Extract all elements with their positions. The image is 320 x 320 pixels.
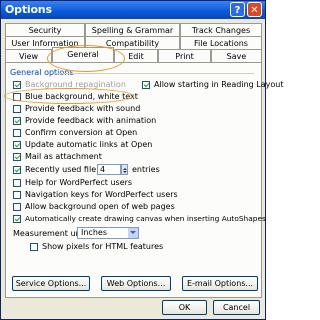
option-label: Provide feedback with sound — [25, 104, 141, 113]
section-divider — [54, 73, 254, 74]
title-bar[interactable]: Options ? ✕ — [1, 1, 265, 19]
checkbox[interactable] — [13, 215, 21, 223]
spinner-arrows-icon[interactable] — [121, 164, 128, 175]
tab-strip: Security Spelling & Grammar Track Change… — [5, 23, 262, 62]
option-label: Allow background open of web pages — [25, 202, 175, 211]
option-label: Allow starting in Reading Layout — [154, 80, 284, 89]
tab-view[interactable]: View — [5, 49, 52, 62]
checkbox[interactable] — [13, 141, 21, 149]
measurement-value: Inches — [81, 228, 107, 237]
option-label: Automatically create drawing canvas when… — [25, 214, 266, 223]
tab-general[interactable]: General — [52, 47, 114, 62]
checkbox[interactable] — [13, 179, 21, 187]
option-label: Provide feedback with animation — [25, 116, 157, 125]
option-label: Background repagination — [25, 80, 126, 89]
measurement-units-row: Measurement units: Inches — [13, 227, 139, 239]
checkbox[interactable] — [13, 166, 21, 174]
dialog-title: Options — [5, 3, 52, 16]
close-icon[interactable]: ✕ — [247, 2, 262, 17]
option-label: Confirm conversion at Open — [25, 128, 138, 137]
ok-button[interactable]: OK — [162, 300, 207, 315]
tab-spelling-grammar[interactable]: Spelling & Grammar — [85, 23, 180, 36]
recent-files-count[interactable]: 4 — [97, 164, 121, 175]
option-label: Update automatic links at Open — [25, 140, 153, 149]
checkbox[interactable] — [13, 129, 21, 137]
checkbox[interactable] — [13, 93, 21, 101]
tab-save[interactable]: Save — [211, 49, 262, 62]
checkbox[interactable] — [13, 153, 21, 161]
checkbox[interactable] — [142, 81, 150, 89]
email-options-button[interactable]: E-mail Options... — [182, 276, 258, 291]
checkbox[interactable] — [30, 243, 38, 251]
tab-security[interactable]: Security — [5, 23, 85, 36]
entries-label: entries — [132, 165, 160, 174]
service-options-button[interactable]: Service Options... — [12, 276, 90, 291]
checkbox[interactable] — [13, 105, 21, 113]
checkbox[interactable] — [13, 203, 21, 211]
tab-file-locations[interactable]: File Locations — [180, 36, 262, 49]
tab-track-changes[interactable]: Track Changes — [180, 23, 262, 36]
chevron-down-icon[interactable] — [128, 228, 138, 238]
general-options-panel: General options Background repagination … — [5, 62, 284, 298]
help-icon[interactable]: ? — [230, 2, 245, 17]
option-label: Mail as attachment — [25, 152, 102, 161]
tab-edit[interactable]: Edit — [114, 49, 158, 62]
checkbox[interactable] — [13, 117, 21, 125]
option-label: Blue background, white text — [25, 92, 138, 101]
checkbox[interactable] — [13, 191, 21, 199]
option-label: Show pixels for HTML features — [42, 242, 164, 251]
option-label: Navigation keys for WordPerfect users — [25, 190, 178, 199]
measurement-units-select[interactable]: Inches — [77, 227, 139, 239]
checkbox[interactable] — [13, 81, 21, 89]
option-label: Help for WordPerfect users — [25, 178, 133, 187]
tab-print[interactable]: Print — [158, 49, 211, 62]
options-dialog: Options ? ✕ Security Spelling & Grammar … — [0, 0, 284, 320]
web-options-button[interactable]: Web Options... — [101, 276, 171, 291]
cancel-button[interactable]: Cancel — [213, 300, 260, 315]
